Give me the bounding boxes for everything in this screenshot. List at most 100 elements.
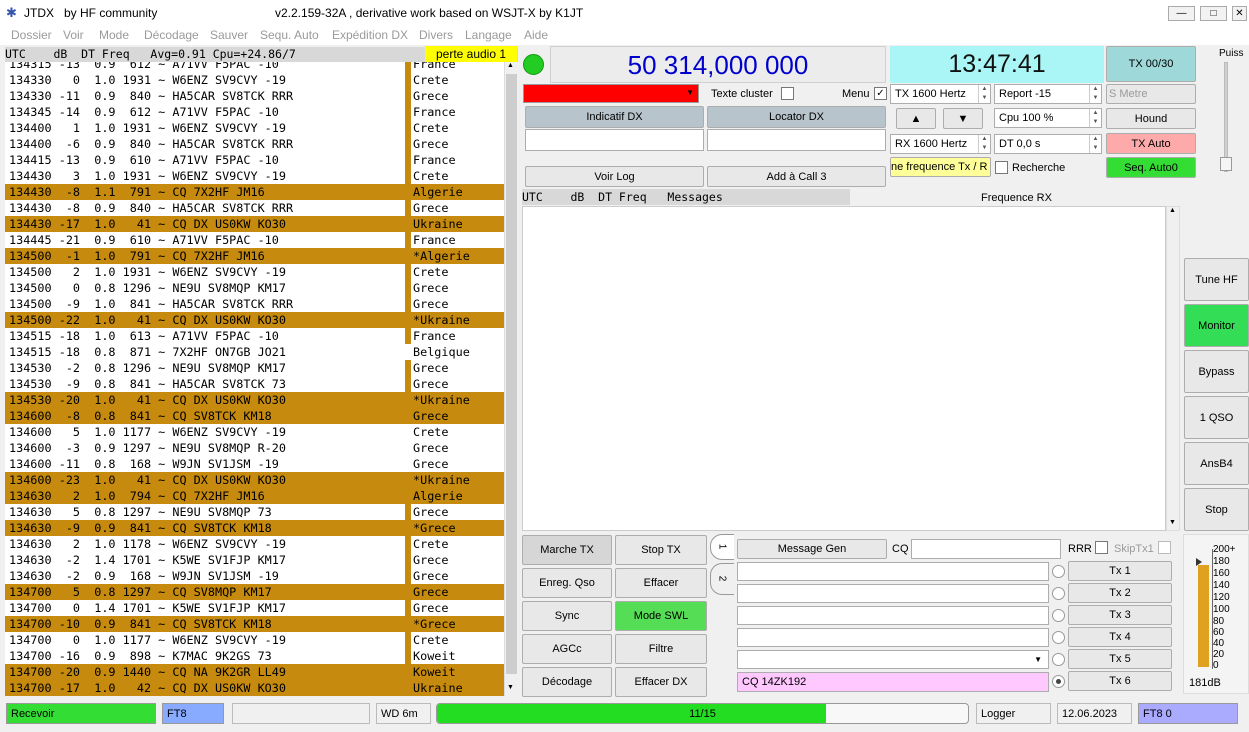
decode-row[interactable]: 134630 -2 0.9 168 ~ W9JN SV1JSM -19 Grece <box>5 568 504 584</box>
dx-grid-input[interactable] <box>707 129 886 151</box>
tx-auto-button[interactable]: TX Auto <box>1106 133 1196 154</box>
tx-frequency-spinbox[interactable]: TX 1600 Hertz ▲ ▼ <box>890 84 991 104</box>
decode-row[interactable]: 134600 -23 1.0 41 ~ CQ DX US0KW KO30 *Ukr… <box>5 472 504 488</box>
decode-row[interactable]: 134630 2 1.0 794 ~ CQ 7X2HF JM16 Algerie <box>5 488 504 504</box>
decode-row[interactable]: 134630 2 1.0 1178 ~ W6ENZ SV9CVY -19 Cret… <box>5 536 504 552</box>
decode-row[interactable]: 134700 -10 0.9 841 ~ CQ SV8TCK KM18 *Grec… <box>5 616 504 632</box>
spin-arrows-icon[interactable]: ▲ ▼ <box>1089 85 1101 103</box>
menu-sauver[interactable]: Sauver <box>210 28 248 42</box>
menu-langage[interactable]: Langage <box>465 28 512 42</box>
filter-button[interactable]: Filtre <box>615 634 707 664</box>
stop-tx-button[interactable]: Stop TX <box>615 535 707 565</box>
tx3-message-input[interactable] <box>737 606 1049 625</box>
band-activity-list[interactable]: 134315 -13 0.9 612 ~ A71VV F5PAC -10 Fran… <box>5 62 504 696</box>
menu-divers[interactable]: Divers <box>419 28 453 42</box>
menu-mode[interactable]: Mode <box>99 28 129 42</box>
stop-button[interactable]: Stop <box>1184 488 1249 531</box>
decode-row[interactable]: 134345 -14 0.9 612 ~ A71VV F5PAC -10 Fran… <box>5 104 504 120</box>
freq-up-button[interactable]: ▲ <box>896 108 936 129</box>
cpu-spinbox[interactable]: Cpu 100 % ▲ ▼ <box>994 108 1102 128</box>
decode-row[interactable]: 134330 0 1.0 1931 ~ W6ENZ SV9CVY -19 Cret… <box>5 72 504 88</box>
decode-row[interactable]: 134430 -8 0.9 840 ~ HA5CAR SV8TCK RRR Gre… <box>5 200 504 216</box>
spin-arrows-icon[interactable]: ▲ ▼ <box>1089 135 1101 153</box>
decode-row[interactable]: 134530 -9 0.8 841 ~ HA5CAR SV8TCK 73 Grec… <box>5 376 504 392</box>
cq-input[interactable] <box>911 539 1061 559</box>
minimize-button[interactable]: — <box>1168 6 1195 21</box>
dx-call-input[interactable] <box>525 129 704 151</box>
ansb4-button[interactable]: AnsB4 <box>1184 442 1249 485</box>
tx1-button[interactable]: Tx 1 <box>1068 561 1172 581</box>
power-slider[interactable] <box>1220 62 1232 172</box>
rx-frequency-scrollbar[interactable]: ▲ ▼ <box>1166 206 1180 531</box>
tx5-radio[interactable] <box>1052 653 1065 666</box>
decode-row[interactable]: 134600 -3 0.9 1297 ~ NE9U SV8MQP R-20 Gre… <box>5 440 504 456</box>
same-freq-tx-rx-button[interactable]: ne frequence Tx / R <box>890 157 991 177</box>
agc-button[interactable]: AGCc <box>522 634 612 664</box>
cluster-text-checkbox[interactable] <box>781 87 794 100</box>
tab-2[interactable]: 2 <box>710 563 734 595</box>
report-spinbox[interactable]: Report -15 ▲ ▼ <box>994 84 1102 104</box>
decode-row[interactable]: 134415 -13 0.9 610 ~ A71VV F5PAC -10 Fran… <box>5 152 504 168</box>
tx1-radio[interactable] <box>1052 565 1065 578</box>
menu-expedition-dx[interactable]: Expédition DX <box>332 28 408 42</box>
log-qso-button[interactable]: Enreg. Qso <box>522 568 612 598</box>
spin-arrows-icon[interactable]: ▲ ▼ <box>978 135 990 153</box>
decode-row[interactable]: 134515 -18 0.8 871 ~ 7X2HF ON7GB JO21 Bel… <box>5 344 504 360</box>
decode-row[interactable]: 134630 -9 0.9 841 ~ CQ SV8TCK KM18 *Grece <box>5 520 504 536</box>
scroll-up-icon[interactable]: ▲ <box>1169 207 1176 214</box>
seq-auto-button[interactable]: Seq. Auto0 <box>1106 157 1196 178</box>
decode-row[interactable]: 134400 1 1.0 1931 ~ W6ENZ SV9CVY -19 Cret… <box>5 120 504 136</box>
decode-row[interactable]: 134430 -8 1.1 791 ~ CQ 7X2HF JM16 Algerie <box>5 184 504 200</box>
decode-button[interactable]: Décodage <box>522 667 612 697</box>
tx-period-button[interactable]: TX 00/30 <box>1106 46 1196 82</box>
decode-row[interactable]: 134445 -21 0.9 610 ~ A71VV F5PAC -10 Fran… <box>5 232 504 248</box>
decode-row[interactable]: 134430 3 1.0 1931 ~ W6ENZ SV9CVY -19 Cret… <box>5 168 504 184</box>
erase-button[interactable]: Effacer <box>615 568 707 598</box>
one-qso-button[interactable]: 1 QSO <box>1184 396 1249 439</box>
add-call3-button[interactable]: Add à Call 3 <box>707 166 886 187</box>
scroll-up-icon[interactable]: ▲ <box>507 62 514 69</box>
menu-voir[interactable]: Voir <box>63 28 84 42</box>
dt-spinbox[interactable]: DT 0,0 s ▲ ▼ <box>994 134 1102 154</box>
monitor-button[interactable]: Monitor <box>1184 304 1249 347</box>
swl-mode-button[interactable]: Mode SWL <box>615 601 707 631</box>
decode-row[interactable]: 134700 -16 0.9 898 ~ K7MAC 9K2GS 73 Kowei… <box>5 648 504 664</box>
bypass-button[interactable]: Bypass <box>1184 350 1249 393</box>
decode-row[interactable]: 134500 -9 1.0 841 ~ HA5CAR SV8TCK RRR Gre… <box>5 296 504 312</box>
decode-row[interactable]: 134330 -11 0.9 840 ~ HA5CAR SV8TCK RRR Gr… <box>5 88 504 104</box>
decode-row[interactable]: 134515 -18 1.0 613 ~ A71VV F5PAC -10 Fran… <box>5 328 504 344</box>
band-select[interactable]: ▼ <box>523 84 699 103</box>
erase-dx-button[interactable]: Effacer DX <box>615 667 707 697</box>
enable-tx-button[interactable]: Marche TX <box>522 535 612 565</box>
tx1-message-input[interactable] <box>737 562 1049 581</box>
generate-messages-button[interactable]: Message Gen <box>737 539 887 559</box>
skiptx1-checkbox[interactable] <box>1158 541 1171 554</box>
tx2-message-input[interactable] <box>737 584 1049 603</box>
tx4-message-input[interactable] <box>737 628 1049 647</box>
decode-row[interactable]: 134600 5 1.0 1177 ~ W6ENZ SV9CVY -19 Cret… <box>5 424 504 440</box>
tx6-message-input[interactable]: CQ 14ZK192 <box>737 672 1049 692</box>
maximize-button[interactable]: □ <box>1200 6 1227 21</box>
spin-arrows-icon[interactable]: ▲ ▼ <box>978 85 990 103</box>
tx3-radio[interactable] <box>1052 609 1065 622</box>
tx2-radio[interactable] <box>1052 587 1065 600</box>
tx6-radio[interactable] <box>1052 675 1065 688</box>
tx2-button[interactable]: Tx 2 <box>1068 583 1172 603</box>
decode-row[interactable]: 134600 -8 0.8 841 ~ CQ SV8TCK KM18 Grece <box>5 408 504 424</box>
decode-row[interactable]: 134700 -20 0.9 1440 ~ CQ NA 9K2GR LL49 Ko… <box>5 664 504 680</box>
decode-row[interactable]: 134530 -2 0.8 1296 ~ NE9U SV8MQP KM17 Gre… <box>5 360 504 376</box>
decode-row[interactable]: 134700 0 1.4 1701 ~ K5WE SV1FJP KM17 Grec… <box>5 600 504 616</box>
rrr-checkbox[interactable] <box>1095 541 1108 554</box>
menu-aide[interactable]: Aide <box>524 28 548 42</box>
menu-sequ-auto[interactable]: Sequ. Auto <box>260 28 319 42</box>
decode-row[interactable]: 134315 -13 0.9 612 ~ A71VV F5PAC -10 Fran… <box>5 62 504 72</box>
menu-checkbox[interactable]: ✓ <box>874 87 887 100</box>
decode-row[interactable]: 134600 -11 0.8 168 ~ W9JN SV1JSM -19 Grec… <box>5 456 504 472</box>
decode-row[interactable]: 134700 5 0.8 1297 ~ CQ SV8MQP KM17 Grece <box>5 584 504 600</box>
hound-button[interactable]: Hound <box>1106 108 1196 129</box>
search-checkbox[interactable] <box>995 161 1008 174</box>
menu-decodage[interactable]: Décodage <box>144 28 199 42</box>
tx5-button[interactable]: Tx 5 <box>1068 649 1172 669</box>
decode-row[interactable]: 134500 -22 1.0 41 ~ CQ DX US0KW KO30 *Ukr… <box>5 312 504 328</box>
tx4-radio[interactable] <box>1052 631 1065 644</box>
